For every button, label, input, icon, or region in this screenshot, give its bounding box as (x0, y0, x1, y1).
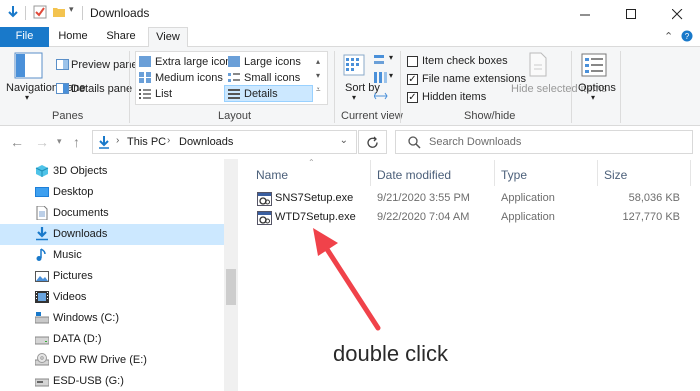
annotation-arrow (313, 228, 381, 331)
annotation-text: double click (333, 341, 448, 366)
